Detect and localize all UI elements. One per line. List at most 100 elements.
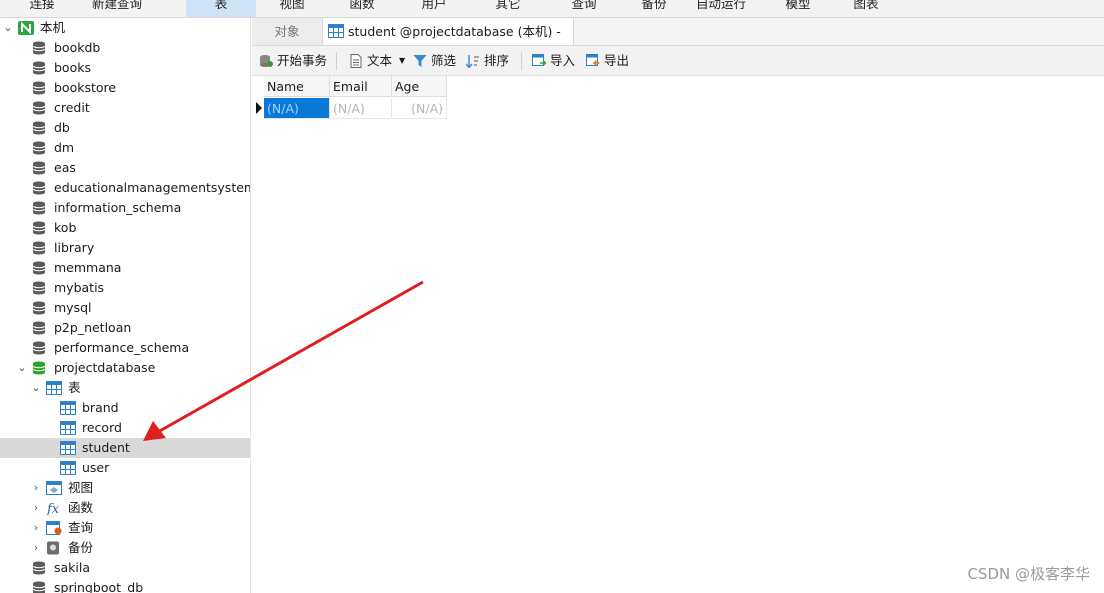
chevron-down-icon[interactable]: ⌄ bbox=[30, 378, 42, 398]
tree-database[interactable]: mybatis bbox=[0, 278, 250, 298]
group-icon bbox=[46, 541, 62, 555]
database-icon bbox=[32, 241, 48, 255]
tree-item-label: dm bbox=[54, 140, 75, 155]
tree-table[interactable]: brand bbox=[0, 398, 250, 418]
tree-database[interactable]: information_schema bbox=[0, 198, 250, 218]
menu-item-9[interactable]: 自动运行 bbox=[690, 0, 752, 17]
menu-item-1[interactable]: 新建查询 bbox=[84, 0, 150, 17]
tree-item-label: information_schema bbox=[54, 200, 182, 215]
tree-database[interactable]: kob bbox=[0, 218, 250, 238]
tree-group[interactable]: › 查询 bbox=[0, 518, 250, 538]
table-toolbar: 开始事务 文本 ▼ 筛选 排序 导入 导出 bbox=[252, 46, 1104, 76]
tree-database[interactable]: performance_schema bbox=[0, 338, 250, 358]
menu-item-6[interactable]: 其它 bbox=[486, 0, 530, 17]
database-icon bbox=[32, 341, 48, 355]
tree-database[interactable]: springboot_db bbox=[0, 578, 250, 593]
navigation-tree[interactable]: ⌄ 本机 bookdb books bookstore credit db dm eas educ… bbox=[0, 18, 251, 593]
column-header-email[interactable]: Email bbox=[330, 76, 392, 97]
tree-database[interactable]: eas bbox=[0, 158, 250, 178]
column-header-name[interactable]: Name bbox=[264, 76, 330, 97]
database-icon bbox=[32, 181, 48, 195]
menu-item-8[interactable]: 备份 bbox=[632, 0, 676, 17]
text-view-label: 文本 bbox=[367, 53, 393, 68]
tree-item-label: 表 bbox=[68, 380, 81, 395]
tree-database[interactable]: db bbox=[0, 118, 250, 138]
menu-item-7[interactable]: 查询 bbox=[562, 0, 606, 17]
menu-item-4[interactable]: 函数 bbox=[340, 0, 384, 17]
tree-group[interactable]: › fx 函数 bbox=[0, 498, 250, 518]
chevron-down-icon[interactable]: ⌄ bbox=[16, 358, 28, 378]
chevron-right-icon[interactable]: › bbox=[30, 498, 42, 518]
cell-name[interactable]: (N/A) bbox=[264, 98, 330, 119]
menu-item-2[interactable]: 表 bbox=[186, 0, 256, 17]
menu-item-11[interactable]: 图表 bbox=[844, 0, 888, 17]
chevron-right-icon[interactable]: › bbox=[30, 518, 42, 538]
tree-table[interactable]: record bbox=[0, 418, 250, 438]
tree-database[interactable]: dm bbox=[0, 138, 250, 158]
tree-group[interactable]: › 视图 bbox=[0, 478, 250, 498]
tree-item-label: record bbox=[82, 420, 122, 435]
tree-database[interactable]: mysql bbox=[0, 298, 250, 318]
database-icon bbox=[32, 221, 48, 235]
database-icon bbox=[32, 561, 48, 575]
menu-item-5[interactable]: 用户 bbox=[412, 0, 456, 17]
database-icon bbox=[32, 281, 48, 295]
tree-database[interactable]: library bbox=[0, 238, 250, 258]
tree-database[interactable]: educationalmanagementsystem bbox=[0, 178, 250, 198]
tree-database[interactable]: bookdb bbox=[0, 38, 250, 58]
column-header-age[interactable]: Age bbox=[392, 76, 447, 97]
toolbar-divider bbox=[336, 52, 337, 70]
tree-item-label: sakila bbox=[54, 560, 91, 575]
current-row-indicator-icon bbox=[256, 102, 262, 114]
table-icon bbox=[60, 421, 76, 435]
tree-item-label: educationalmanagementsystem bbox=[54, 180, 251, 195]
tree-item-label: brand bbox=[82, 400, 119, 415]
database-icon bbox=[32, 581, 48, 593]
menu-item-3[interactable]: 视图 bbox=[270, 0, 314, 17]
chevron-right-icon[interactable]: › bbox=[30, 478, 42, 498]
cell-age[interactable]: (N/A) bbox=[392, 98, 447, 119]
tree-item-label: mybatis bbox=[54, 280, 105, 295]
tree-item-label: 备份 bbox=[68, 540, 94, 555]
filter-label: 筛选 bbox=[431, 53, 457, 68]
group-icon bbox=[46, 521, 62, 535]
tree-connection[interactable]: ⌄ 本机 bbox=[0, 18, 250, 38]
chevron-down-icon: ▼ bbox=[399, 56, 406, 65]
tree-group[interactable]: › 备份 bbox=[0, 538, 250, 558]
import-label: 导入 bbox=[550, 53, 576, 68]
cell-email[interactable]: (N/A) bbox=[330, 98, 392, 119]
tree-item-label: db bbox=[54, 120, 70, 135]
tree-item-label: projectdatabase bbox=[54, 360, 156, 375]
tab-student-table[interactable]: student @projectdatabase (本机) - 表 bbox=[323, 18, 574, 66]
connection-icon bbox=[18, 21, 34, 35]
tree-database-open[interactable]: ⌄ projectdatabase bbox=[0, 358, 250, 378]
group-icon bbox=[46, 481, 62, 495]
tab-objects[interactable]: 对象 bbox=[252, 18, 323, 45]
menu-item-10[interactable]: 模型 bbox=[776, 0, 820, 17]
tree-database[interactable]: books bbox=[0, 58, 250, 78]
tree-item-label: eas bbox=[54, 160, 76, 175]
tree-database[interactable]: sakila bbox=[0, 558, 250, 578]
tree-item-label: p2p_netloan bbox=[54, 320, 132, 335]
sort-label: 排序 bbox=[484, 53, 510, 68]
tree-database[interactable]: p2p_netloan bbox=[0, 318, 250, 338]
chevron-down-icon[interactable]: ⌄ bbox=[2, 18, 14, 38]
document-icon bbox=[350, 54, 362, 68]
table-icon bbox=[328, 24, 344, 38]
toolbar-divider bbox=[521, 52, 522, 70]
tree-database[interactable]: memmana bbox=[0, 258, 250, 278]
tree-database[interactable]: bookstore bbox=[0, 78, 250, 98]
tree-tables-group[interactable]: ⌄ 表 bbox=[0, 378, 250, 398]
chevron-right-icon[interactable]: › bbox=[30, 538, 42, 558]
export-icon bbox=[586, 54, 600, 67]
database-icon bbox=[32, 321, 48, 335]
data-grid[interactable]: Name Email Age (N/A) (N/A) (N/A) bbox=[252, 76, 1104, 593]
tree-table[interactable]: student bbox=[0, 438, 250, 458]
database-icon bbox=[32, 61, 48, 75]
tree-database[interactable]: credit bbox=[0, 98, 250, 118]
database-icon bbox=[32, 301, 48, 315]
tree-table[interactable]: user bbox=[0, 458, 250, 478]
menu-item-0[interactable]: 连接 bbox=[20, 0, 64, 17]
database-icon bbox=[32, 361, 48, 375]
tree-item-label: kob bbox=[54, 220, 77, 235]
